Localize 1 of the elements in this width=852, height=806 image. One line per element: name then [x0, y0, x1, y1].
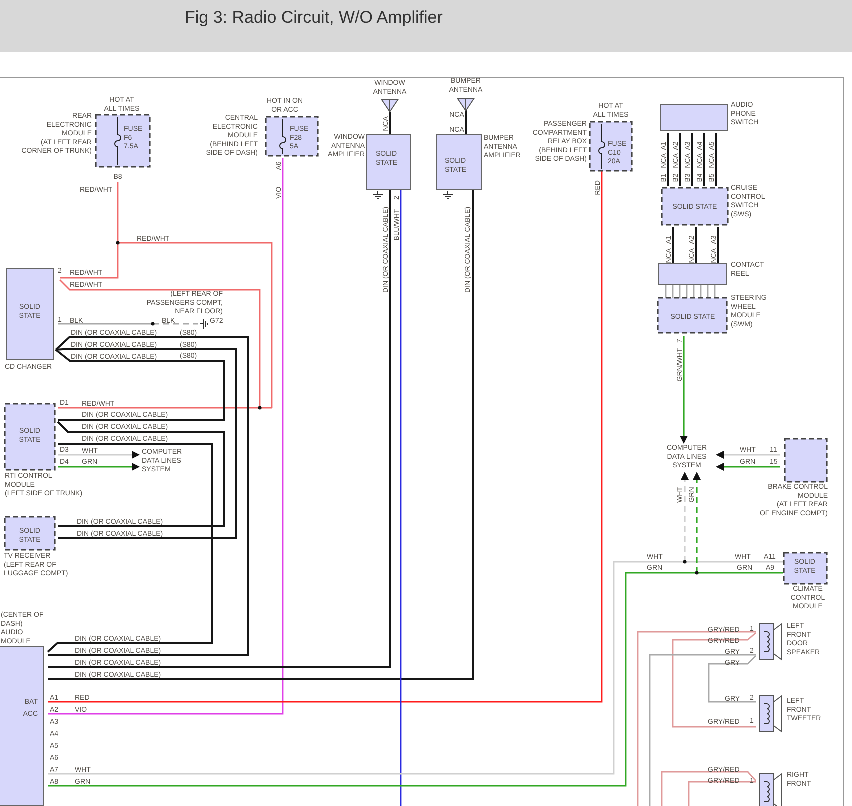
page-title: Fig 3: Radio Circuit, W/O Amplifier	[185, 8, 443, 27]
